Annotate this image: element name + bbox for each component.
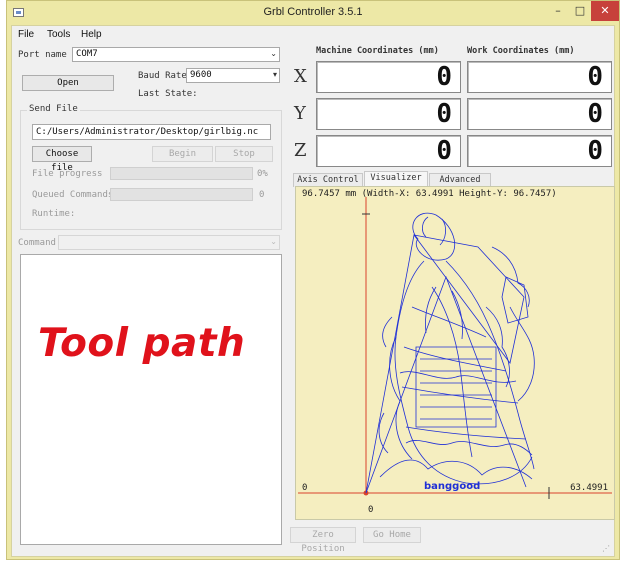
machine-z-value: 0: [436, 136, 452, 166]
visualizer-x-max-label: 63.4991: [570, 483, 608, 493]
send-file-group: Send File C:/Users/Administrator/Desktop…: [20, 104, 282, 230]
visualizer-y-origin-label: 0: [302, 483, 308, 493]
last-state-label: Last State:: [138, 89, 198, 99]
begin-button[interactable]: Begin: [152, 146, 213, 162]
machine-x-display: 0: [316, 61, 461, 93]
command-label: Command: [18, 238, 56, 248]
window-title: Grbl Controller 3.5.1: [263, 6, 363, 18]
queued-commands-label: Queued Commands: [32, 190, 114, 200]
file-progress-label: File progress: [32, 169, 103, 179]
title-bar: Grbl Controller 3.5.1 – □ ✕: [7, 1, 619, 25]
client-area: File Tools Help Port name COM7 ⌄ Open Ba…: [11, 25, 615, 557]
zero-position-button[interactable]: Zero Position: [290, 527, 356, 554]
work-z-display: 0: [467, 135, 612, 167]
menu-file[interactable]: File: [18, 29, 34, 40]
app-window: Grbl Controller 3.5.1 – □ ✕ File Tools H…: [6, 0, 620, 560]
runtime-label: Runtime:: [32, 209, 76, 219]
console-output[interactable]: Tool path: [20, 254, 282, 545]
port-name-value: COM7: [76, 49, 98, 59]
tab-advanced[interactable]: Advanced: [429, 173, 491, 187]
axis-label-y: Y: [294, 103, 306, 124]
work-x-display: 0: [467, 61, 612, 93]
work-coordinates-header: Work Coordinates (mm): [467, 46, 575, 56]
tool-path-drawing: banggood: [298, 197, 612, 499]
chevron-down-icon: ▾: [272, 70, 277, 79]
stop-button[interactable]: Stop: [215, 146, 273, 162]
tool-path-overlay-text: Tool path: [38, 321, 246, 366]
port-name-select[interactable]: COM7 ⌄: [72, 47, 280, 62]
baud-rate-label: Baud Rate: [138, 71, 187, 81]
go-home-button[interactable]: Go Home: [363, 527, 421, 543]
file-progress-value: 0%: [257, 169, 268, 179]
choose-file-button[interactable]: Choose file: [32, 146, 92, 173]
work-z-value: 0: [587, 136, 603, 166]
machine-x-value: 0: [436, 62, 452, 92]
port-name-label: Port name: [18, 50, 67, 60]
work-x-value: 0: [587, 62, 603, 92]
tab-visualizer[interactable]: Visualizer: [364, 171, 428, 187]
visualizer-dimensions-info: 96.7457 mm (Width-X: 63.4991 Height-Y: 9…: [302, 189, 557, 199]
banggood-watermark: banggood: [424, 481, 480, 492]
close-button[interactable]: ✕: [591, 1, 619, 21]
send-file-title: Send File: [27, 104, 80, 114]
menu-help[interactable]: Help: [81, 29, 102, 40]
tab-axis-control[interactable]: Axis Control: [293, 173, 363, 187]
machine-y-display: 0: [316, 98, 461, 130]
baud-rate-select[interactable]: 9600 ▾: [186, 68, 280, 83]
file-progress-bar: [110, 167, 253, 180]
visualizer-x-origin-label: 0: [368, 505, 374, 515]
menu-bar: File Tools Help: [12, 26, 614, 44]
work-y-display: 0: [467, 98, 612, 130]
queued-commands-value: 0: [259, 190, 265, 200]
queued-commands-bar: [110, 188, 253, 201]
work-y-value: 0: [587, 99, 603, 129]
menu-tools[interactable]: Tools: [47, 29, 70, 40]
resize-grip-icon[interactable]: ⋰: [602, 544, 612, 554]
axis-label-z: Z: [294, 140, 307, 161]
visualizer-canvas[interactable]: banggood 96.7457 mm (Width-X: 63.4991 He…: [295, 186, 615, 520]
tool-path-lines: [365, 212, 535, 494]
axis-label-x: X: [294, 66, 307, 87]
command-input[interactable]: ⌄: [58, 235, 280, 250]
chevron-down-icon: ⌄: [270, 49, 277, 58]
baud-rate-value: 9600: [190, 70, 212, 80]
chevron-down-icon: ⌄: [270, 237, 277, 246]
open-button[interactable]: Open: [22, 75, 114, 91]
machine-y-value: 0: [436, 99, 452, 129]
machine-coordinates-header: Machine Coordinates (mm): [316, 46, 439, 56]
machine-z-display: 0: [316, 135, 461, 167]
file-path-field[interactable]: C:/Users/Administrator/Desktop/girlbig.n…: [32, 124, 271, 140]
maximize-button[interactable]: □: [567, 1, 593, 21]
